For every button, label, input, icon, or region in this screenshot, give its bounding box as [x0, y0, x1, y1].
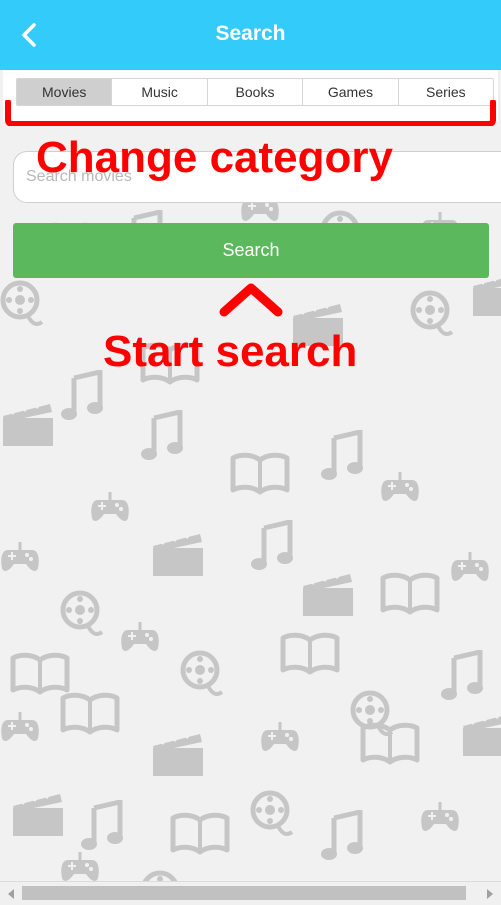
page-title: Search [215, 22, 286, 45]
scroll-thumb[interactable] [22, 886, 466, 900]
caret-up-annotation [219, 283, 283, 317]
scroll-left-icon[interactable] [2, 882, 20, 905]
category-bracket-annotation [5, 100, 496, 126]
app-header: Search [0, 0, 501, 70]
start-search-annotation: Start search [103, 327, 358, 376]
scroll-right-icon[interactable] [481, 882, 499, 905]
horizontal-scrollbar[interactable] [0, 881, 501, 905]
search-button[interactable]: Search [13, 223, 489, 278]
change-category-annotation: Change category [36, 133, 393, 182]
